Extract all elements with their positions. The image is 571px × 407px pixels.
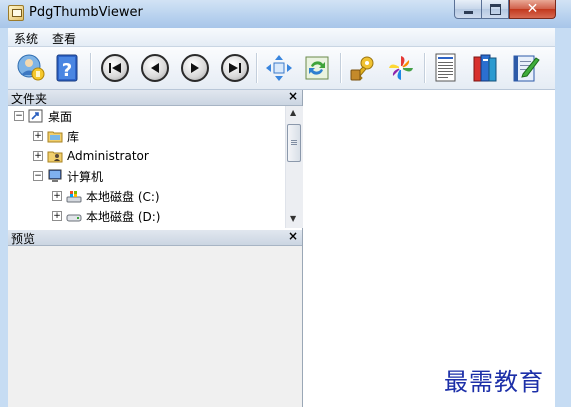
refresh-button[interactable] [300,51,334,85]
window-title: PdgThumbViewer [29,5,143,20]
folder-pane-close-button[interactable]: × [288,89,298,103]
next-page-button[interactable] [178,51,212,85]
desktop-icon [28,109,43,123]
tree-label: Administrator [67,149,149,163]
main-content: 文件夹 × − 桌面 + 库 + Administrator − 计算机 + 本… [8,89,555,407]
left-pane: 文件夹 × − 桌面 + 库 + Administrator − 计算机 + 本… [8,89,303,407]
edit-notebook-icon [513,55,540,82]
previous-page-button[interactable] [138,51,172,85]
edit-notebook-button[interactable] [508,51,542,85]
svg-text:?: ? [62,60,72,81]
app-window: PdgThumbViewer ✕ 系统 查看 ? 文件夹 × − 桌面 + 库 … [0,0,571,407]
expand-toggle[interactable]: + [33,131,43,141]
expand-toggle[interactable]: + [52,211,62,221]
tree-scrollbar[interactable]: ▲ ▼ [285,106,303,228]
key-button[interactable] [346,51,380,85]
library-folder-icon [47,131,63,143]
key-icon [350,56,374,81]
app-icon[interactable] [8,5,24,21]
first-page-icon [101,54,129,82]
user-icon [17,54,45,81]
last-page-icon [221,54,249,82]
preview-pane-title: 预览 [11,232,36,246]
preview-pane-header: 预览 × [8,229,302,246]
document-list-button[interactable] [428,51,462,85]
help-icon: ? [56,54,78,82]
expand-toggle[interactable]: + [33,151,43,161]
menu-view[interactable]: 查看 [52,30,76,47]
tree-item-desktop[interactable]: − 桌面 [14,106,72,126]
tree-item-administrator[interactable]: + Administrator [33,146,149,166]
scroll-thumb[interactable] [287,124,301,162]
menu-system[interactable]: 系统 [14,30,38,47]
books-button[interactable] [468,51,502,85]
computer-icon [48,169,62,182]
pinwheel-button[interactable] [384,51,418,85]
collapse-toggle[interactable]: − [14,111,24,121]
folder-tree: − 桌面 + 库 + Administrator − 计算机 + 本地磁盘 (C… [8,106,285,228]
minimize-icon [463,10,473,14]
fit-page-icon [266,55,292,81]
help-button[interactable]: ? [50,51,84,85]
refresh-icon [305,56,329,80]
close-button[interactable]: ✕ [509,0,556,19]
tree-item-drive-d[interactable]: + 本地磁盘 (D:) [52,206,160,226]
title-bar[interactable]: PdgThumbViewer ✕ [0,0,571,28]
thumbnail-view[interactable] [303,90,555,407]
tree-label: 计算机 [67,169,104,184]
next-page-icon [181,54,209,82]
maximize-icon [489,3,501,15]
user-button[interactable] [14,51,48,85]
watermark: 最需教育 [444,368,544,396]
tree-item-library[interactable]: + 库 [33,126,79,146]
preview-area [8,246,302,407]
previous-page-icon [141,54,169,82]
scroll-up-arrow[interactable]: ▲ [290,108,296,117]
user-folder-icon [47,151,63,163]
collapse-toggle[interactable]: − [33,171,43,181]
drive-icon [66,214,82,222]
folder-pane-header: 文件夹 × [8,89,302,106]
tree-label: 库 [67,129,80,144]
pinwheel-icon [389,56,413,80]
tree-item-drive-c[interactable]: + 本地磁盘 (C:) [52,186,160,206]
tree-label: 本地磁盘 (D:) [86,209,161,224]
books-icon [473,54,497,82]
toolbar: ? [8,47,555,90]
scroll-down-arrow[interactable]: ▼ [290,214,296,223]
close-icon: ✕ [526,1,539,17]
first-page-button[interactable] [98,51,132,85]
maximize-button[interactable] [482,0,509,19]
tree-label: 本地磁盘 (C:) [86,189,160,204]
preview-pane-close-button[interactable]: × [288,229,298,243]
tree-item-computer[interactable]: − 计算机 [33,166,103,186]
tree-label: 桌面 [48,109,73,124]
menu-bar: 系统 查看 [8,28,555,47]
folder-pane-title: 文件夹 [11,92,48,106]
expand-toggle[interactable]: + [52,191,62,201]
document-list-icon [435,53,456,82]
last-page-button[interactable] [218,51,252,85]
fit-page-button[interactable] [262,51,296,85]
minimize-button[interactable] [454,0,482,19]
system-drive-icon [66,191,82,203]
